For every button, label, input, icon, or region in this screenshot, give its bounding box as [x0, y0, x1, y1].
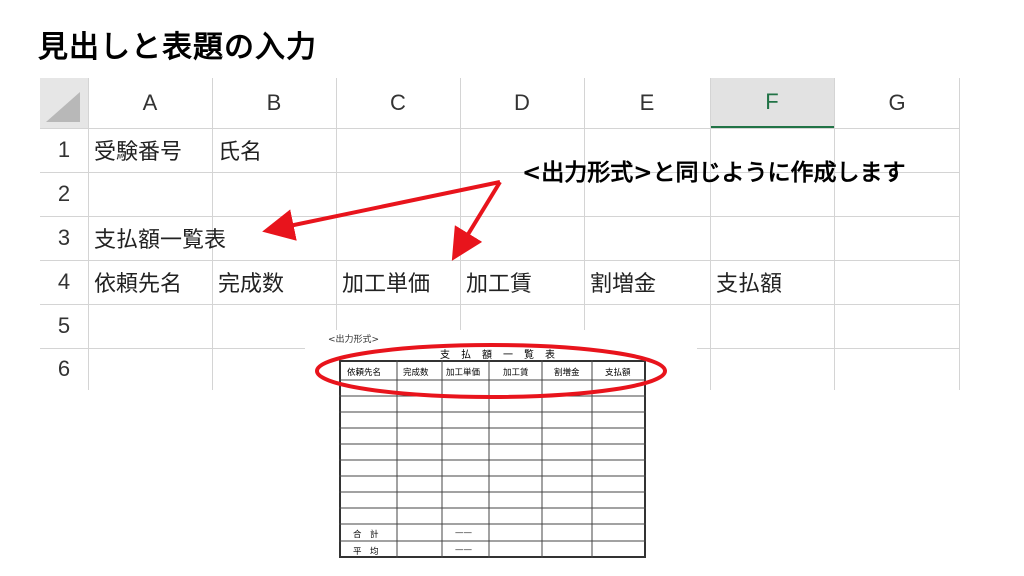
highlight-ellipse: [315, 343, 667, 399]
